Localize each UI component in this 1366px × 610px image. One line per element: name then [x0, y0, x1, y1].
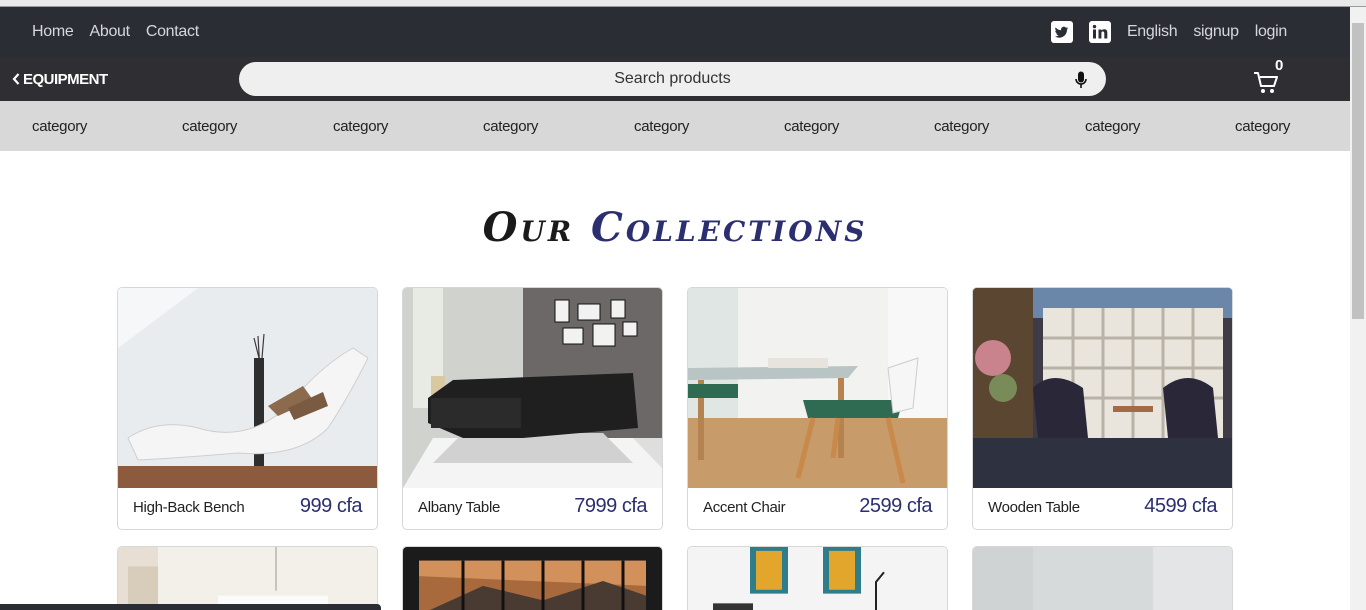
nav-about-link[interactable]: About: [89, 23, 130, 41]
bottom-overlay-bar: [0, 604, 381, 610]
category-item[interactable]: category: [934, 101, 989, 151]
product-image: [688, 547, 947, 610]
nav-home-link[interactable]: Home: [32, 23, 74, 41]
product-card[interactable]: High-Back Bench 999 cfa: [117, 287, 378, 530]
product-image: [403, 547, 662, 610]
top-right-actions: English signup login: [1050, 7, 1288, 57]
nav-contact-link[interactable]: Contact: [146, 23, 199, 41]
product-card[interactable]: [402, 546, 663, 610]
product-name: Wooden Table: [988, 499, 1080, 516]
cart-count-badge: 0: [1275, 57, 1284, 74]
product-price: 4599 cfa: [1144, 495, 1217, 517]
product-price: 999 cfa: [299, 495, 363, 517]
product-card[interactable]: Albany Table 7999 cfa: [402, 287, 663, 530]
back-button[interactable]: EQUIPMENT: [12, 57, 108, 101]
browser-top-strip: [0, 0, 1366, 7]
product-image: [118, 547, 377, 610]
category-item[interactable]: category: [32, 101, 87, 151]
microphone-icon[interactable]: [1074, 71, 1088, 89]
language-selector[interactable]: English: [1127, 23, 1178, 41]
product-name: High-Back Bench: [133, 499, 245, 516]
top-nav: Home About Contact: [32, 7, 199, 57]
title-word-2: Collections: [591, 204, 868, 251]
product-price: 7999 cfa: [574, 495, 647, 517]
signup-link[interactable]: signup: [1193, 23, 1239, 41]
back-label: EQUIPMENT: [23, 70, 108, 88]
product-card[interactable]: Accent Chair 2599 cfa: [687, 287, 948, 530]
category-item[interactable]: category: [333, 101, 388, 151]
category-bar: category category category category cate…: [0, 101, 1350, 151]
product-image: [688, 288, 947, 488]
product-card[interactable]: [972, 546, 1233, 610]
category-item[interactable]: category: [483, 101, 538, 151]
chevron-left-icon: [12, 73, 20, 85]
page-title: Our Collections: [0, 204, 1350, 251]
scrollbar-thumb[interactable]: [1352, 23, 1364, 319]
category-item[interactable]: category: [1235, 101, 1290, 151]
product-image: [118, 288, 377, 488]
title-word-1: Our: [482, 204, 575, 251]
category-item[interactable]: category: [182, 101, 237, 151]
product-image: [403, 288, 662, 488]
product-image: [973, 288, 1232, 488]
search-bar: EQUIPMENT 0: [0, 57, 1350, 101]
product-name: Accent Chair: [703, 499, 786, 516]
top-navbar: Home About Contact English signup login: [0, 7, 1350, 57]
product-card[interactable]: [117, 546, 378, 610]
category-item[interactable]: category: [1085, 101, 1140, 151]
search-input[interactable]: [239, 62, 1106, 96]
product-card[interactable]: Wooden Table 4599 cfa: [972, 287, 1233, 530]
cart-icon[interactable]: [1253, 71, 1279, 95]
product-card[interactable]: [687, 546, 948, 610]
category-item[interactable]: category: [784, 101, 839, 151]
login-link[interactable]: login: [1255, 23, 1288, 41]
page-scrollbar[interactable]: [1350, 7, 1366, 610]
product-price: 2599 cfa: [859, 495, 932, 517]
linkedin-icon[interactable]: [1088, 21, 1111, 43]
product-image: [973, 547, 1232, 610]
twitter-icon[interactable]: [1050, 21, 1073, 43]
product-name: Albany Table: [418, 499, 501, 516]
category-item[interactable]: category: [634, 101, 689, 151]
